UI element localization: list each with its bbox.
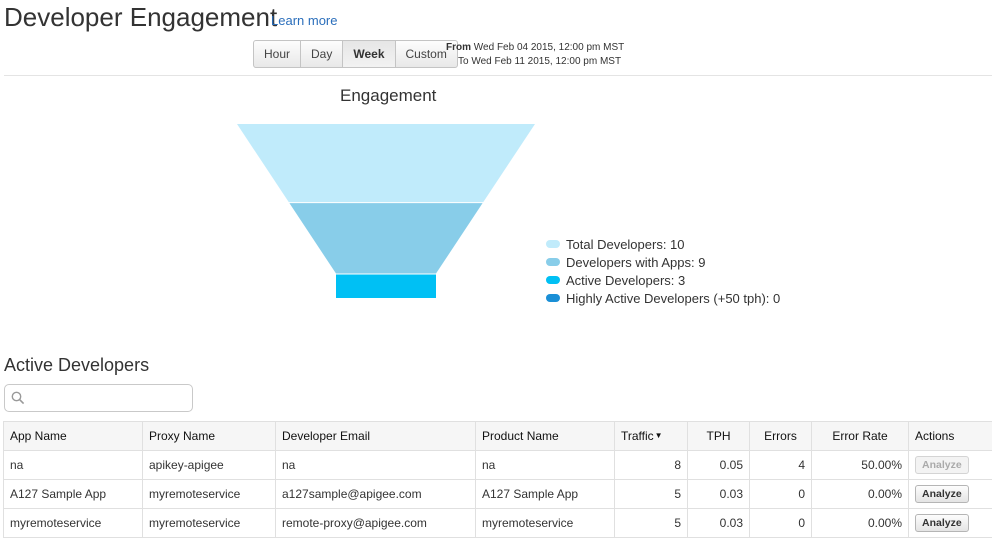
column-header-developer-email[interactable]: Developer Email <box>275 421 476 451</box>
cell-tph: 0.03 <box>687 479 750 509</box>
analyze-button[interactable]: Analyze <box>915 485 969 503</box>
column-header-actions: Actions <box>908 421 992 451</box>
legend-item-developers-with-apps: Developers with Apps: 9 <box>546 253 780 271</box>
cell-product-name: na <box>475 450 615 480</box>
cell-developer-email: na <box>275 450 476 480</box>
chart-legend: Total Developers: 10 Developers with App… <box>546 235 780 307</box>
legend-swatch <box>546 258 560 266</box>
legend-label: Total Developers: 10 <box>566 236 685 252</box>
funnel-segment-total-developers[interactable] <box>237 124 535 203</box>
column-header-traffic-label: Traffic <box>621 429 654 443</box>
legend-item-highly-active-developers: Highly Active Developers (+50 tph): 0 <box>546 289 780 307</box>
cell-traffic: 5 <box>614 479 688 509</box>
table-row: A127 Sample App myremoteservice a127samp… <box>3 479 992 509</box>
cell-tph: 0.05 <box>687 450 750 480</box>
cell-error-rate: 50.00% <box>811 450 909 480</box>
legend-label: Highly Active Developers (+50 tph): 0 <box>566 290 781 306</box>
cell-app-name: na <box>3 450 143 480</box>
cell-developer-email: remote-proxy@apigee.com <box>275 508 476 538</box>
cell-app-name: myremoteservice <box>3 508 143 538</box>
legend-item-active-developers: Active Developers: 3 <box>546 271 780 289</box>
table-header-row: App Name Proxy Name Developer Email Prod… <box>3 421 992 451</box>
active-developers-table: App Name Proxy Name Developer Email Prod… <box>3 421 992 538</box>
column-header-tph[interactable]: TPH <box>687 421 750 451</box>
cell-proxy-name: apikey-apigee <box>142 450 276 480</box>
legend-item-total-developers: Total Developers: 10 <box>546 235 780 253</box>
column-header-errors[interactable]: Errors <box>749 421 812 451</box>
search-box <box>4 384 193 412</box>
cell-app-name: A127 Sample App <box>3 479 143 509</box>
column-header-app-name[interactable]: App Name <box>3 421 143 451</box>
cell-actions: Analyze <box>908 508 992 538</box>
column-header-proxy-name[interactable]: Proxy Name <box>142 421 276 451</box>
sort-desc-icon: ▼ <box>654 431 663 440</box>
cell-product-name: A127 Sample App <box>475 479 615 509</box>
search-icon <box>11 391 25 405</box>
legend-swatch <box>546 276 560 284</box>
legend-label: Developers with Apps: 9 <box>566 254 706 270</box>
analyze-button[interactable]: Analyze <box>915 514 969 532</box>
table-row: na apikey-apigee na na 8 0.05 4 50.00% A… <box>3 450 992 480</box>
cell-developer-email: a127sample@apigee.com <box>275 479 476 509</box>
cell-proxy-name: myremoteservice <box>142 479 276 509</box>
column-header-traffic[interactable]: Traffic▼ <box>614 421 688 451</box>
cell-traffic: 8 <box>614 450 688 480</box>
cell-proxy-name: myremoteservice <box>142 508 276 538</box>
cell-errors: 4 <box>749 450 812 480</box>
funnel-segment-active-developers[interactable] <box>336 274 436 298</box>
column-header-product-name[interactable]: Product Name <box>475 421 615 451</box>
cell-actions: Analyze <box>908 479 992 509</box>
analyze-button[interactable]: Analyze <box>915 456 969 474</box>
table-row: myremoteservice myremoteservice remote-p… <box>3 508 992 538</box>
column-header-error-rate[interactable]: Error Rate <box>811 421 909 451</box>
cell-errors: 0 <box>749 479 812 509</box>
legend-swatch <box>546 294 560 302</box>
cell-error-rate: 0.00% <box>811 479 909 509</box>
cell-error-rate: 0.00% <box>811 508 909 538</box>
active-developers-title: Active Developers <box>4 355 150 375</box>
legend-label: Active Developers: 3 <box>566 272 686 288</box>
cell-product-name: myremoteservice <box>475 508 615 538</box>
legend-swatch <box>546 240 560 248</box>
cell-traffic: 5 <box>614 508 688 538</box>
cell-errors: 0 <box>749 508 812 538</box>
funnel-segment-developers-with-apps[interactable] <box>289 203 483 274</box>
cell-tph: 0.03 <box>687 508 750 538</box>
search-input[interactable] <box>29 388 189 408</box>
cell-actions: Analyze <box>908 450 992 480</box>
